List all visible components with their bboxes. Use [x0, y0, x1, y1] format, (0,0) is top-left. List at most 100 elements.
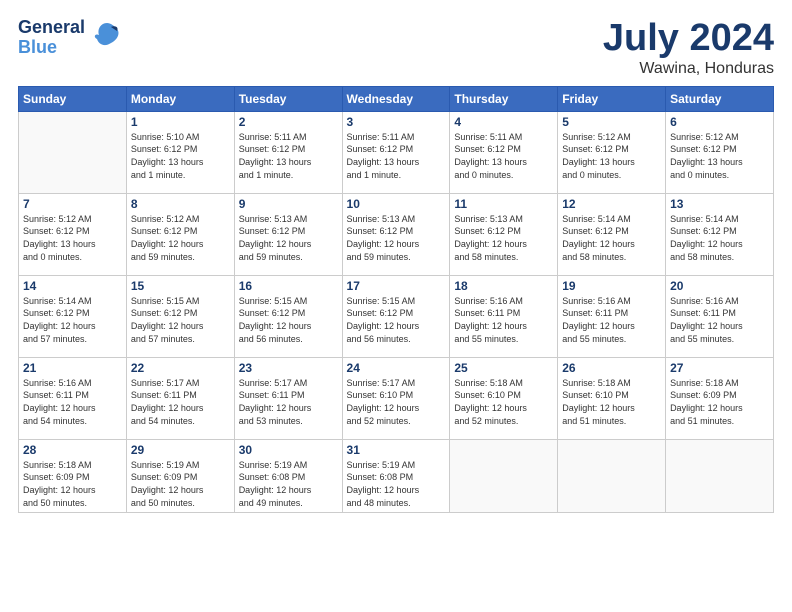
day-info: Sunrise: 5:18 AMSunset: 6:09 PMDaylight:…	[670, 377, 769, 427]
day-number: 4	[454, 115, 553, 129]
table-row	[450, 439, 558, 512]
day-info: Sunrise: 5:19 AMSunset: 6:08 PMDaylight:…	[347, 459, 446, 509]
table-row: 3 Sunrise: 5:11 AMSunset: 6:12 PMDaylight…	[342, 111, 450, 193]
day-number: 5	[562, 115, 661, 129]
day-info: Sunrise: 5:14 AMSunset: 6:12 PMDaylight:…	[562, 213, 661, 263]
day-number: 20	[670, 279, 769, 293]
day-info: Sunrise: 5:15 AMSunset: 6:12 PMDaylight:…	[347, 295, 446, 345]
table-row: 12Sunrise: 5:14 AMSunset: 6:12 PMDayligh…	[558, 193, 666, 275]
day-info: Sunrise: 5:15 AMSunset: 6:12 PMDaylight:…	[239, 295, 338, 345]
day-info: Sunrise: 5:11 AMSunset: 6:12 PMDaylight:…	[347, 131, 446, 181]
table-row: 9 Sunrise: 5:13 AMSunset: 6:12 PMDaylight…	[234, 193, 342, 275]
day-number: 18	[454, 279, 553, 293]
table-row: 31 Sunrise: 5:19 AMSunset: 6:08 PMDayligh…	[342, 439, 450, 512]
table-row: 15 Sunrise: 5:15 AMSunset: 6:12 PMDayligh…	[126, 275, 234, 357]
day-info: Sunrise: 5:12 AMSunset: 6:12 PMDaylight:…	[23, 213, 122, 263]
day-info: Sunrise: 5:13 AMSunset: 6:12 PMDaylight:…	[347, 213, 446, 263]
day-number: 15	[131, 279, 230, 293]
table-row: 26 Sunrise: 5:18 AMSunset: 6:10 PMDayligh…	[558, 357, 666, 439]
day-number: 17	[347, 279, 446, 293]
day-number: 7	[23, 197, 122, 211]
logo-bird-icon	[91, 19, 123, 56]
day-number: 24	[347, 361, 446, 375]
title-block: July 2024 Wawina, Honduras	[603, 18, 774, 78]
table-row: 28Sunrise: 5:18 AMSunset: 6:09 PMDayligh…	[19, 439, 127, 512]
day-number: 13	[670, 197, 769, 211]
day-number: 10	[347, 197, 446, 211]
table-row: 29Sunrise: 5:19 AMSunset: 6:09 PMDayligh…	[126, 439, 234, 512]
day-info: Sunrise: 5:12 AMSunset: 6:12 PMDaylight:…	[131, 213, 230, 263]
table-row: 27 Sunrise: 5:18 AMSunset: 6:09 PMDayligh…	[666, 357, 774, 439]
day-info: Sunrise: 5:11 AMSunset: 6:12 PMDaylight:…	[239, 131, 338, 181]
title-location: Wawina, Honduras	[603, 60, 774, 78]
day-number: 22	[131, 361, 230, 375]
calendar-table: Sunday Monday Tuesday Wednesday Thursday…	[18, 86, 774, 513]
table-row: 17 Sunrise: 5:15 AMSunset: 6:12 PMDayligh…	[342, 275, 450, 357]
col-wednesday: Wednesday	[342, 86, 450, 111]
logo: General Blue	[18, 18, 123, 58]
day-number: 1	[131, 115, 230, 129]
day-number: 9	[239, 197, 338, 211]
day-info: Sunrise: 5:17 AMSunset: 6:10 PMDaylight:…	[347, 377, 446, 427]
day-number: 27	[670, 361, 769, 375]
table-row: 22 Sunrise: 5:17 AMSunset: 6:11 PMDayligh…	[126, 357, 234, 439]
day-number: 25	[454, 361, 553, 375]
table-row: 11 Sunrise: 5:13 AMSunset: 6:12 PMDayligh…	[450, 193, 558, 275]
day-number: 3	[347, 115, 446, 129]
page: General Blue July 2024 Wawina, Honduras …	[0, 0, 792, 612]
day-number: 26	[562, 361, 661, 375]
title-month: July 2024	[603, 18, 774, 60]
day-info: Sunrise: 5:13 AMSunset: 6:12 PMDaylight:…	[454, 213, 553, 263]
day-number: 23	[239, 361, 338, 375]
table-row: 24 Sunrise: 5:17 AMSunset: 6:10 PMDayligh…	[342, 357, 450, 439]
table-row: 25 Sunrise: 5:18 AMSunset: 6:10 PMDayligh…	[450, 357, 558, 439]
day-number: 8	[131, 197, 230, 211]
table-row: 7 Sunrise: 5:12 AMSunset: 6:12 PMDaylight…	[19, 193, 127, 275]
day-info: Sunrise: 5:18 AMSunset: 6:10 PMDaylight:…	[454, 377, 553, 427]
day-info: Sunrise: 5:10 AMSunset: 6:12 PMDaylight:…	[131, 131, 230, 181]
calendar-header-row: Sunday Monday Tuesday Wednesday Thursday…	[19, 86, 774, 111]
table-row: 14 Sunrise: 5:14 AMSunset: 6:12 PMDayligh…	[19, 275, 127, 357]
logo-blue: Blue	[18, 38, 85, 58]
day-info: Sunrise: 5:19 AMSunset: 6:09 PMDaylight:…	[131, 459, 230, 509]
logo-general: General	[18, 18, 85, 38]
table-row: 19 Sunrise: 5:16 AMSunset: 6:11 PMDayligh…	[558, 275, 666, 357]
day-info: Sunrise: 5:12 AMSunset: 6:12 PMDaylight:…	[562, 131, 661, 181]
day-number: 19	[562, 279, 661, 293]
table-row: 8 Sunrise: 5:12 AMSunset: 6:12 PMDaylight…	[126, 193, 234, 275]
day-info: Sunrise: 5:12 AMSunset: 6:12 PMDaylight:…	[670, 131, 769, 181]
table-row: 5 Sunrise: 5:12 AMSunset: 6:12 PMDaylight…	[558, 111, 666, 193]
table-row	[666, 439, 774, 512]
day-info: Sunrise: 5:16 AMSunset: 6:11 PMDaylight:…	[23, 377, 122, 427]
day-number: 14	[23, 279, 122, 293]
table-row: 6 Sunrise: 5:12 AMSunset: 6:12 PMDaylight…	[666, 111, 774, 193]
day-number: 30	[239, 443, 338, 457]
day-number: 2	[239, 115, 338, 129]
table-row: 23 Sunrise: 5:17 AMSunset: 6:11 PMDayligh…	[234, 357, 342, 439]
day-info: Sunrise: 5:17 AMSunset: 6:11 PMDaylight:…	[131, 377, 230, 427]
day-info: Sunrise: 5:16 AMSunset: 6:11 PMDaylight:…	[670, 295, 769, 345]
day-info: Sunrise: 5:13 AMSunset: 6:12 PMDaylight:…	[239, 213, 338, 263]
day-info: Sunrise: 5:11 AMSunset: 6:12 PMDaylight:…	[454, 131, 553, 181]
day-number: 28	[23, 443, 122, 457]
day-info: Sunrise: 5:19 AMSunset: 6:08 PMDaylight:…	[239, 459, 338, 509]
col-friday: Friday	[558, 86, 666, 111]
table-row: 30 Sunrise: 5:19 AMSunset: 6:08 PMDayligh…	[234, 439, 342, 512]
day-info: Sunrise: 5:17 AMSunset: 6:11 PMDaylight:…	[239, 377, 338, 427]
day-info: Sunrise: 5:16 AMSunset: 6:11 PMDaylight:…	[562, 295, 661, 345]
table-row	[19, 111, 127, 193]
table-row: 21Sunrise: 5:16 AMSunset: 6:11 PMDayligh…	[19, 357, 127, 439]
day-info: Sunrise: 5:16 AMSunset: 6:11 PMDaylight:…	[454, 295, 553, 345]
day-info: Sunrise: 5:15 AMSunset: 6:12 PMDaylight:…	[131, 295, 230, 345]
table-row: 13 Sunrise: 5:14 AMSunset: 6:12 PMDayligh…	[666, 193, 774, 275]
table-row: 20 Sunrise: 5:16 AMSunset: 6:11 PMDayligh…	[666, 275, 774, 357]
col-sunday: Sunday	[19, 86, 127, 111]
day-number: 11	[454, 197, 553, 211]
table-row	[558, 439, 666, 512]
day-info: Sunrise: 5:14 AMSunset: 6:12 PMDaylight:…	[670, 213, 769, 263]
day-number: 6	[670, 115, 769, 129]
day-info: Sunrise: 5:18 AMSunset: 6:10 PMDaylight:…	[562, 377, 661, 427]
day-info: Sunrise: 5:14 AMSunset: 6:12 PMDaylight:…	[23, 295, 122, 345]
day-number: 31	[347, 443, 446, 457]
table-row: 10 Sunrise: 5:13 AMSunset: 6:12 PMDayligh…	[342, 193, 450, 275]
